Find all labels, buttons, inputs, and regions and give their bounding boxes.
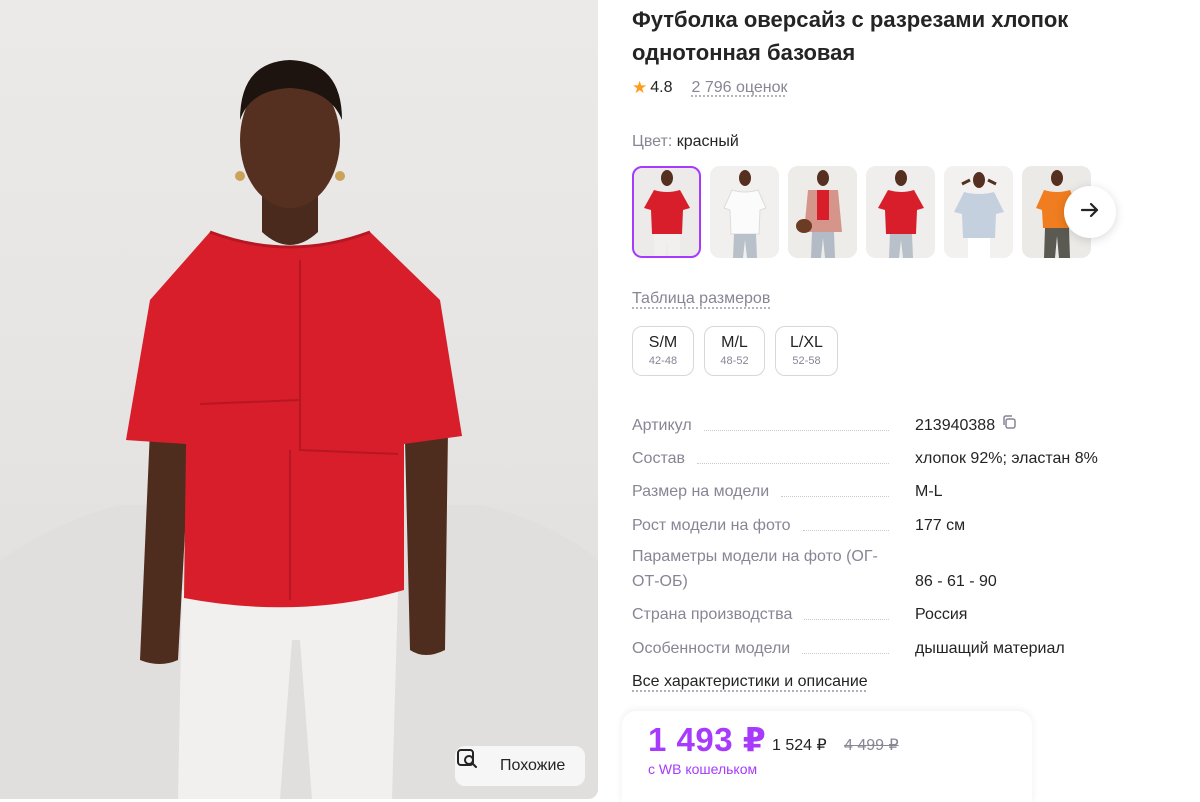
rating-score: 4.8	[650, 79, 673, 96]
search-similar-icon	[457, 749, 492, 778]
spec-key: Рост модели на фото	[632, 517, 791, 534]
thumbnails-next-button[interactable]	[1064, 186, 1116, 238]
specs-list: Артикул 213940388 Состав хлопок 92%; эла…	[632, 413, 1132, 668]
size-range: 42-48	[648, 355, 678, 367]
color-label: Цвет: красный	[632, 133, 739, 151]
size-option[interactable]: L/XL 52-58	[775, 326, 838, 376]
spec-row: Рост модели на фото 177 см	[632, 513, 1132, 544]
size-options: S/M 42-48 M/L 48-52 L/XL 52-58	[632, 326, 838, 376]
spec-value: 86 - 61 - 90	[915, 573, 997, 590]
size-option[interactable]: S/M 42-48	[632, 326, 694, 376]
copy-icon[interactable]	[1001, 413, 1017, 438]
spec-key: Параметры модели на фото (ОГ-ОТ-ОБ)	[632, 548, 878, 590]
size-option[interactable]: M/L 48-52	[704, 326, 765, 376]
color-thumbnail[interactable]	[788, 166, 857, 258]
all-characteristics-link[interactable]: Все характеристики и описание	[632, 673, 868, 691]
arrow-right-icon	[1078, 198, 1102, 227]
color-thumbnail[interactable]	[710, 166, 779, 258]
size-table-link[interactable]: Таблица размеров	[632, 290, 770, 308]
color-thumbnail[interactable]	[944, 166, 1013, 258]
similar-button[interactable]: Похожие	[455, 746, 585, 786]
size-range: 52-58	[792, 355, 821, 367]
size-name: M/L	[721, 334, 748, 351]
spec-row: Состав хлопок 92%; эластан 8%	[632, 446, 1132, 479]
model-illustration	[0, 60, 598, 799]
spec-row: Артикул 213940388	[632, 413, 1132, 446]
product-main-photo[interactable]: Похожие	[0, 0, 598, 799]
wallet-note[interactable]: с WB кошельком	[648, 761, 757, 777]
spec-value: хлопок 92%; эластан 8%	[915, 450, 1098, 467]
reviews-link[interactable]: 2 796 оценок	[692, 79, 788, 97]
spec-value: M-L	[915, 483, 943, 500]
spec-key: Размер на модели	[632, 483, 770, 500]
spec-value: Россия	[915, 606, 968, 623]
price-crossed: 4 499 ₽	[844, 737, 899, 754]
price-old: 1 524 ₽	[772, 737, 827, 754]
color-caption: Цвет:	[632, 133, 673, 150]
spec-row: Особенности модели дышащий материал	[632, 636, 1132, 668]
size-name: S/M	[648, 334, 678, 351]
size-name: L/XL	[790, 334, 823, 351]
product-info-panel: Футболка оверсайз с разрезами хлопок одн…	[622, 0, 1200, 802]
spec-value: 213940388	[915, 417, 996, 434]
rating-row: ★ 4.8 2 796 оценок	[632, 78, 788, 98]
spec-key: Особенности модели	[632, 640, 791, 657]
size-range: 48-52	[720, 355, 749, 367]
price-current: 1 493 ₽	[648, 721, 767, 758]
color-thumbnail[interactable]	[866, 166, 935, 258]
star-icon: ★	[632, 78, 648, 97]
spec-value: дышащий материал	[915, 640, 1065, 657]
color-value: красный	[676, 133, 739, 150]
similar-label: Похожие	[500, 757, 566, 774]
price-box: 1 493 ₽ 1 524 ₽ 4 499 ₽ с WB кошельком	[622, 711, 1032, 802]
spec-value: 177 см	[915, 517, 966, 534]
spec-key: Страна производства	[632, 606, 793, 623]
spec-row: Размер на модели M-L	[632, 479, 1132, 513]
color-thumbnail[interactable]	[632, 166, 701, 258]
color-thumbnails	[632, 166, 1091, 258]
spec-key: Артикул	[632, 417, 692, 434]
product-title: Футболка оверсайз с разрезами хлопок одн…	[632, 7, 1069, 65]
spec-row: Страна производства Россия	[632, 602, 1132, 636]
spec-key: Состав	[632, 450, 685, 467]
spec-row: Параметры модели на фото (ОГ-ОТ-ОБ) 86 -…	[632, 544, 1132, 602]
